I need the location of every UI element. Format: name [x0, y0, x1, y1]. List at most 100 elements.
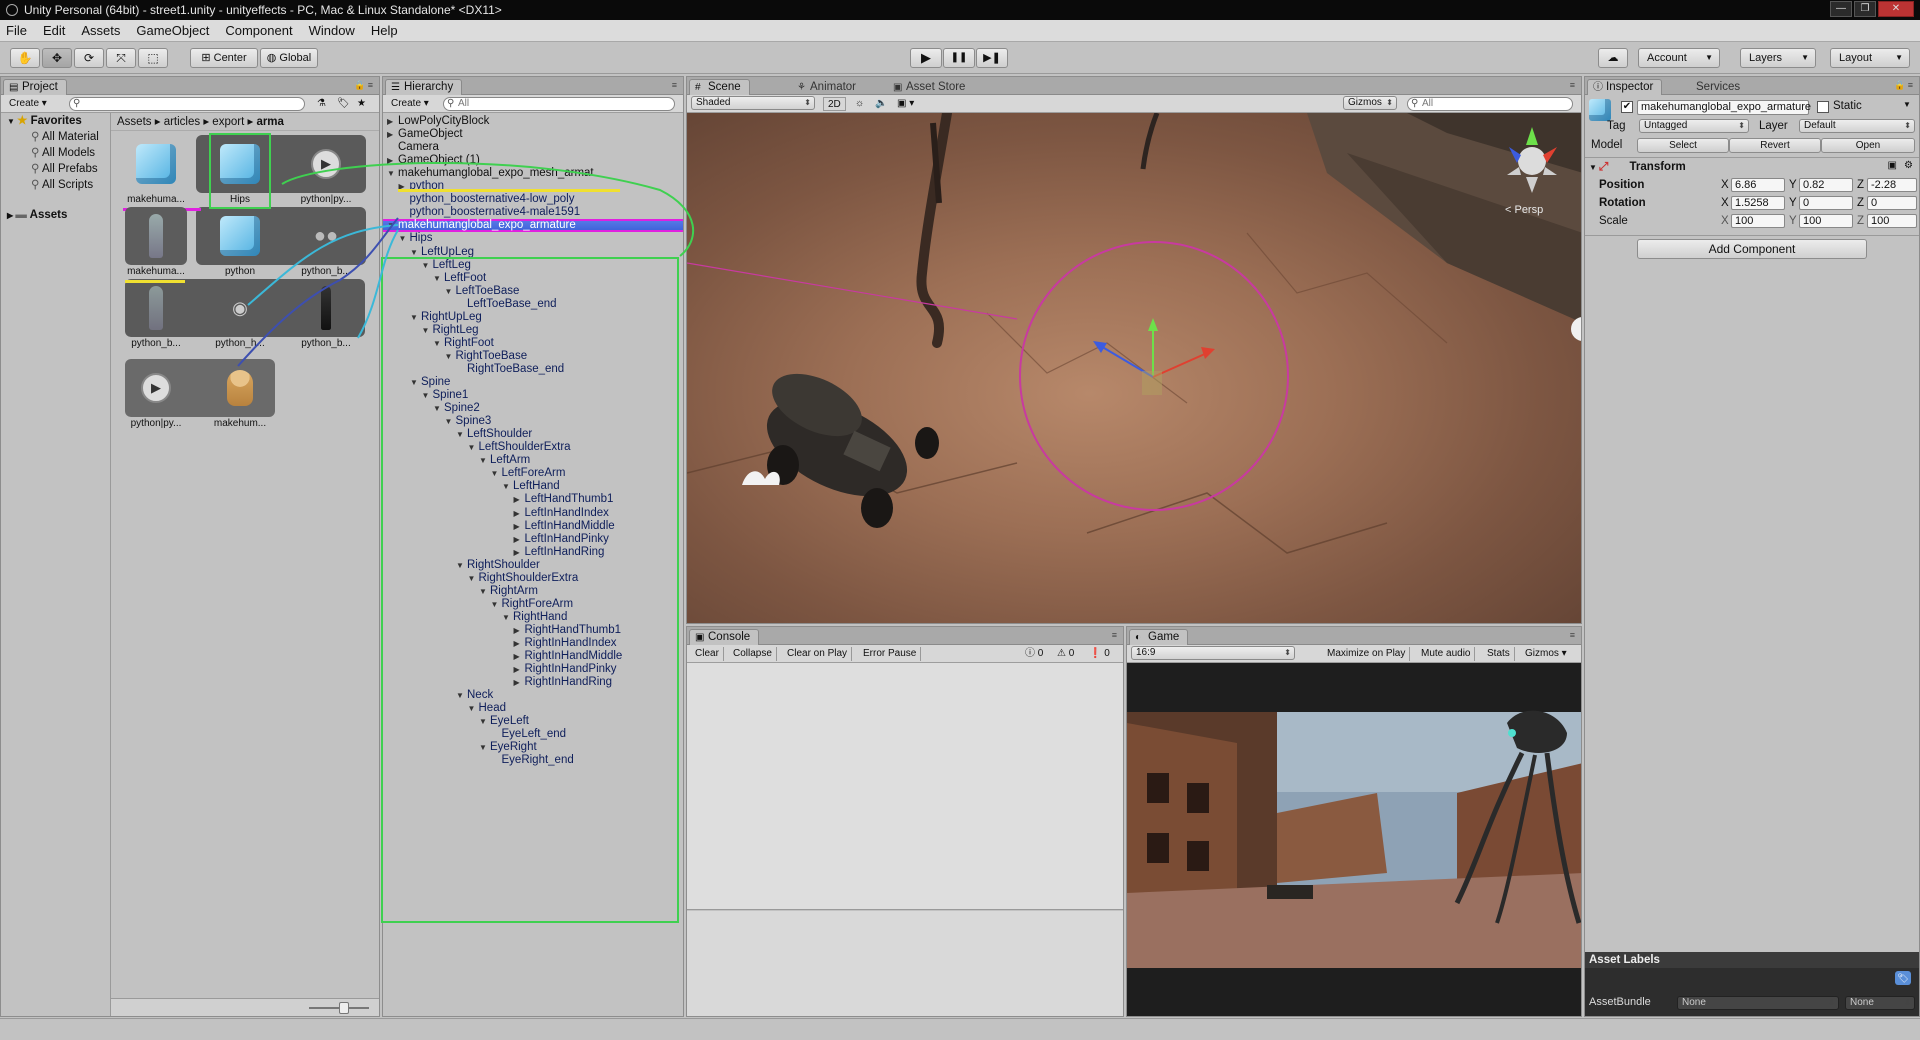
hierarchy-row[interactable]: ▼ RightUpLeg — [410, 311, 482, 324]
position-x-field[interactable]: 6.86 — [1731, 178, 1785, 192]
scale-z-field[interactable]: 100 — [1867, 214, 1917, 228]
hierarchy-row[interactable]: ▶ LeftInHandIndex — [514, 507, 609, 520]
info-count-toggle[interactable]: ⓘ 0 — [1021, 647, 1047, 661]
hierarchy-row[interactable]: ▶ LeftInHandMiddle — [514, 520, 615, 533]
stats-toggle[interactable]: Stats — [1483, 647, 1515, 661]
expand-arrow-icon[interactable]: ▼ — [468, 572, 479, 585]
model-open-button[interactable]: Open — [1821, 138, 1915, 153]
static-checkbox[interactable] — [1817, 101, 1829, 113]
hierarchy-row[interactable]: LeftToeBase_end — [456, 298, 557, 311]
hierarchy-row[interactable]: ▶ LowPolyCityBlock — [387, 115, 489, 128]
panel-menu-icon[interactable]: 🔒 ≡ — [1894, 80, 1913, 91]
rotation-x-field[interactable]: 1.5258 — [1731, 196, 1785, 210]
panel-menu-icon[interactable]: ≡ — [1570, 630, 1575, 640]
model-revert-button[interactable]: Revert — [1729, 138, 1821, 153]
hierarchy-row[interactable]: ▼ makehumanglobal_expo_armature — [383, 219, 683, 233]
hierarchy-row[interactable]: ▼ RightFoot — [433, 337, 494, 350]
favorites-header[interactable]: ▼ ★ Favorites — [1, 113, 110, 129]
menu-edit[interactable]: Edit — [43, 23, 65, 38]
hierarchy-row[interactable]: ▼ RightArm — [479, 585, 538, 598]
hierarchy-row[interactable]: ▶ LeftHandThumb1 — [514, 493, 614, 506]
hierarchy-row[interactable]: ▼ RightHand — [502, 611, 567, 624]
label-tag-icon[interactable]: 🏷 — [1895, 971, 1911, 985]
static-dropdown-icon[interactable]: ▼ — [1903, 100, 1911, 109]
hierarchy-row[interactable]: ▼ LeftShoulder — [456, 428, 532, 441]
hierarchy-row[interactable]: ▼ LeftFoot — [433, 272, 486, 285]
filter-label-icon[interactable]: 🏷 — [333, 97, 354, 111]
expand-arrow-icon[interactable]: ▼ — [479, 585, 490, 598]
favorite-star-icon[interactable]: ★ — [353, 97, 370, 111]
audio-toggle-icon[interactable]: 🔈 — [871, 97, 891, 111]
scene-search-input[interactable]: All — [1407, 97, 1573, 111]
object-name-field[interactable]: makehumanglobal_expo_armature — [1637, 100, 1811, 115]
hierarchy-row[interactable]: ▼ RightToeBase — [445, 350, 528, 363]
collapse-button[interactable]: Collapse — [729, 647, 777, 661]
hierarchy-row[interactable]: ▼ makehumanglobal_expo_mesh_armat — [387, 167, 594, 180]
tab-inspector[interactable]: ⓘ Inspector — [1587, 79, 1663, 95]
add-component-button[interactable]: Add Component — [1637, 239, 1867, 259]
step-button[interactable]: ▶❚ — [976, 48, 1008, 68]
position-z-field[interactable]: -2.28 — [1867, 178, 1917, 192]
breadcrumb-current[interactable]: arma — [256, 116, 284, 128]
hierarchy-row[interactable]: ▼ LeftArm — [479, 454, 530, 467]
breadcrumb-item[interactable]: articles — [164, 116, 200, 128]
create-dropdown[interactable]: Create ▾ — [387, 97, 433, 111]
expand-arrow-icon[interactable]: ▼ — [468, 441, 479, 454]
hierarchy-row[interactable]: ▼ LeftLeg — [422, 259, 471, 272]
expand-arrow-icon[interactable]: ▼ — [456, 689, 467, 702]
hierarchy-row[interactable]: ▶ RightInHandPinky — [514, 663, 617, 676]
collapse-arrow-icon[interactable]: ▶ — [387, 115, 398, 128]
account-dropdown[interactable]: Account ▼ — [1638, 48, 1720, 68]
favorite-item[interactable]: ⚲ All Material — [1, 129, 110, 145]
menu-file[interactable]: File — [6, 23, 27, 38]
error-count-toggle[interactable]: ❗ 0 — [1085, 647, 1114, 661]
transform-header[interactable]: ▼ ⤢ Transform — [1589, 159, 1686, 175]
hierarchy-row[interactable]: ▼ RightShoulder — [456, 559, 540, 572]
hierarchy-row[interactable]: EyeRight_end — [491, 754, 574, 767]
pivot-center-toggle[interactable]: ⊞ Center — [190, 48, 258, 68]
expand-arrow-icon[interactable]: ▼ — [422, 389, 433, 402]
asset-item[interactable]: python_b... — [295, 279, 357, 351]
tab-hierarchy[interactable]: ☰ Hierarchy — [385, 79, 463, 95]
clear-button[interactable]: Clear — [691, 647, 724, 661]
tab-services[interactable]: Services — [1677, 79, 1749, 95]
tab-project[interactable]: ▤ Project — [3, 79, 67, 95]
collapse-arrow-icon[interactable]: ▶ — [514, 507, 525, 520]
tab-game[interactable]: ◐ Game — [1129, 629, 1189, 645]
expand-arrow-icon[interactable]: ▼ — [502, 480, 513, 493]
hierarchy-row[interactable]: ▼ Spine — [410, 376, 450, 389]
asset-bundle-variant-dropdown[interactable]: None — [1845, 996, 1915, 1010]
panel-menu-icon[interactable]: 🔒 ≡ — [354, 80, 373, 91]
hierarchy-row[interactable]: ▼ Spine3 — [445, 415, 492, 428]
favorite-item[interactable]: ⚲ All Prefabs — [1, 161, 110, 177]
hierarchy-row[interactable]: ▼ RightForeArm — [491, 598, 574, 611]
space-global-toggle[interactable]: ◍ Global — [260, 48, 318, 68]
collapse-arrow-icon[interactable]: ▶ — [514, 624, 525, 637]
menu-gameobject[interactable]: GameObject — [136, 23, 209, 38]
hierarchy-row[interactable]: ▼ LeftShoulderExtra — [468, 441, 571, 454]
expand-arrow-icon[interactable]: ▼ — [456, 559, 467, 572]
hierarchy-row[interactable]: RightToeBase_end — [456, 363, 564, 376]
hierarchy-row[interactable]: ▶ python — [399, 180, 445, 193]
collapse-arrow-icon[interactable]: ▶ — [514, 520, 525, 533]
collapse-arrow-icon[interactable]: ▶ — [514, 533, 525, 546]
gizmos-dropdown[interactable]: Gizmos ▾ — [1521, 647, 1571, 661]
model-select-button[interactable]: Select — [1637, 138, 1729, 153]
asset-item[interactable]: ▶ python|py... — [295, 135, 357, 207]
breadcrumb-item[interactable]: Assets — [117, 116, 152, 128]
scale-y-field[interactable]: 100 — [1799, 214, 1853, 228]
maximize-button[interactable]: ❐ — [1854, 1, 1876, 17]
scale-tool-button[interactable]: ⤧ — [106, 48, 136, 68]
menu-window[interactable]: Window — [309, 23, 355, 38]
filter-type-icon[interactable]: ⚗ — [313, 97, 330, 111]
menu-assets[interactable]: Assets — [81, 23, 120, 38]
scene-viewport[interactable]: < Persp — [687, 113, 1581, 623]
hierarchy-row[interactable]: ▼ RightShoulderExtra — [468, 572, 579, 585]
asset-item[interactable]: Hips — [209, 133, 271, 209]
collapse-arrow-icon[interactable]: ▶ — [514, 663, 525, 676]
expand-arrow-icon[interactable]: ▼ — [479, 454, 490, 467]
menu-help[interactable]: Help — [371, 23, 398, 38]
move-tool-button[interactable]: ✥ — [42, 48, 72, 68]
minimize-button[interactable]: — — [1830, 1, 1852, 17]
layer-dropdown[interactable]: Default — [1799, 119, 1915, 133]
